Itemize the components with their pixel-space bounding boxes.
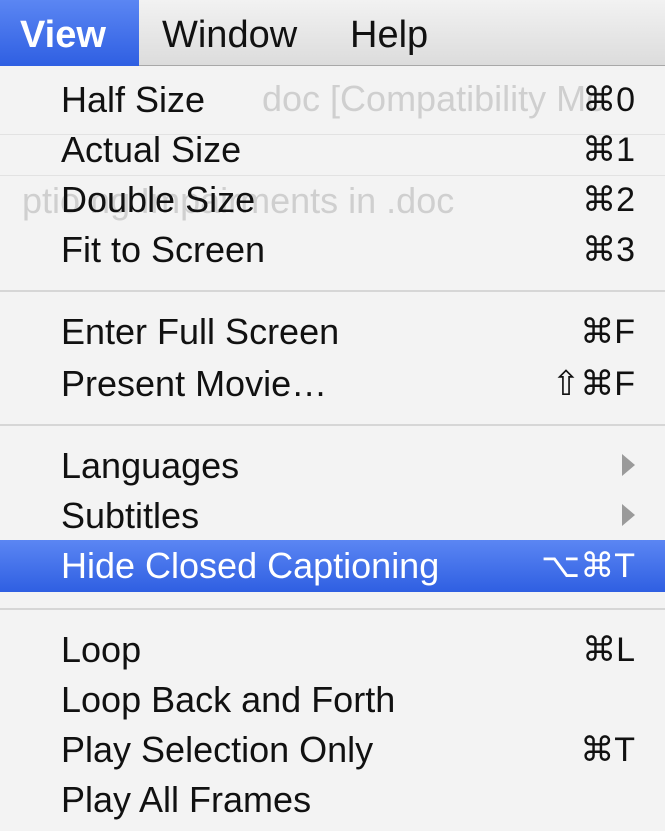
menu-item-label: Fit to Screen bbox=[61, 229, 266, 270]
menu-item-shortcut: ⌘F bbox=[580, 313, 635, 351]
menu-separator bbox=[0, 424, 665, 426]
menu-item-shortcut: ⌘T bbox=[580, 731, 635, 769]
menu-item-label: Play Selection Only bbox=[61, 729, 374, 770]
submenu-arrow-icon bbox=[622, 504, 635, 526]
menu-item-label: Present Movie… bbox=[61, 363, 328, 404]
menu-item-label: Loop bbox=[61, 629, 142, 670]
menu-separator bbox=[0, 290, 665, 292]
menu-item-shortcut: ⌥⌘T bbox=[541, 547, 635, 585]
menubar-item-view[interactable]: View bbox=[0, 0, 139, 66]
menu-item-label: Actual Size bbox=[61, 129, 242, 170]
menu-item-shortcut: ⌘1 bbox=[582, 131, 635, 169]
menu-item-shortcut: ⌘3 bbox=[582, 231, 635, 269]
menu-item-shortcut: ⌘0 bbox=[582, 81, 635, 119]
menu-item-shortcut: ⇧⌘F bbox=[551, 365, 635, 403]
menu-item-loop-back-and-forth[interactable]: Loop Back and Forth bbox=[0, 674, 665, 726]
menu-item-half-size[interactable]: Half Size ⌘0 bbox=[0, 74, 665, 126]
menu-item-languages[interactable]: Languages bbox=[0, 440, 665, 492]
menu-item-label: Play All Frames bbox=[61, 779, 312, 820]
menu-item-label: Enter Full Screen bbox=[61, 311, 340, 352]
menu-item-play-all-frames[interactable]: Play All Frames bbox=[0, 774, 665, 826]
menu-item-label: Subtitles bbox=[61, 495, 200, 536]
menu-item-subtitles[interactable]: Subtitles bbox=[0, 490, 665, 542]
menu-item-label: Loop Back and Forth bbox=[61, 679, 396, 720]
menu-item-double-size[interactable]: Double Size ⌘2 bbox=[0, 174, 665, 226]
menubar-item-window[interactable]: Window bbox=[144, 0, 315, 66]
menubar-item-help[interactable]: Help bbox=[332, 0, 446, 66]
menu-item-shortcut: ⌘2 bbox=[582, 181, 635, 219]
view-menu-dropdown: doc [Compatibility Mo ptio ng Impairment… bbox=[0, 66, 665, 831]
menu-item-enter-full-screen[interactable]: Enter Full Screen ⌘F bbox=[0, 306, 665, 358]
menu-item-loop[interactable]: Loop ⌘L bbox=[0, 624, 665, 676]
menu-item-hide-closed-captioning[interactable]: Hide Closed Captioning ⌥⌘T bbox=[0, 540, 665, 592]
submenu-arrow-icon bbox=[622, 454, 635, 476]
menu-item-present-movie[interactable]: Present Movie… ⇧⌘F bbox=[0, 358, 665, 410]
menu-item-label: Hide Closed Captioning bbox=[61, 545, 440, 586]
menu-item-fit-to-screen[interactable]: Fit to Screen ⌘3 bbox=[0, 224, 665, 276]
menu-item-label: Double Size bbox=[61, 179, 256, 220]
menu-item-label: Half Size bbox=[61, 79, 206, 120]
menu-item-shortcut: ⌘L bbox=[582, 631, 635, 669]
menu-bar: View Window Help bbox=[0, 0, 665, 66]
menu-item-play-selection-only[interactable]: Play Selection Only ⌘T bbox=[0, 724, 665, 776]
menu-item-actual-size[interactable]: Actual Size ⌘1 bbox=[0, 124, 665, 176]
menu-item-label: Languages bbox=[61, 445, 240, 486]
menu-separator bbox=[0, 608, 665, 610]
